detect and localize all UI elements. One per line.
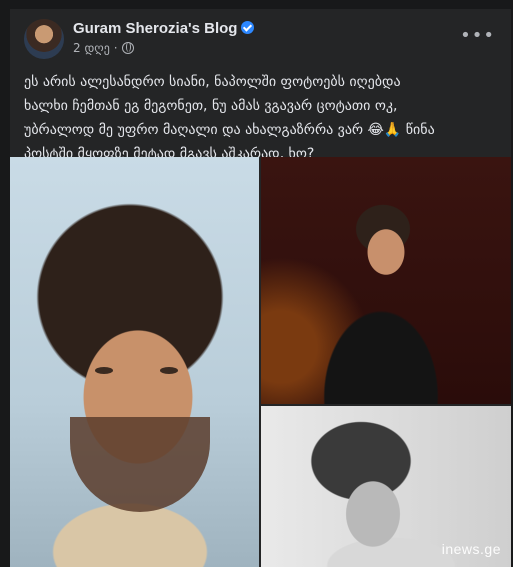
post-header: Guram Sherozia's Blog 2 დღე · ••• (24, 19, 499, 61)
post-meta: 2 დღე · (73, 41, 134, 55)
photo-grid: inews.ge (10, 157, 511, 567)
more-options-icon[interactable]: ••• (460, 27, 495, 45)
author-name[interactable]: Guram Sherozia's Blog (73, 20, 237, 37)
beard-shape (70, 417, 210, 512)
author-name-row: Guram Sherozia's Blog (73, 20, 255, 37)
photo-black-white-portrait[interactable]: inews.ge (261, 406, 511, 567)
post-time[interactable]: 2 დღე (73, 41, 110, 55)
photo-portrait-closeup[interactable] (10, 157, 259, 567)
eye-right (160, 367, 178, 374)
photo-stage-performer[interactable] (261, 157, 511, 404)
eye-left (95, 367, 113, 374)
verified-badge-icon (241, 21, 255, 34)
post-card: Guram Sherozia's Blog 2 დღე · ••• ეს არი… (10, 9, 511, 567)
globe-icon[interactable] (121, 42, 134, 54)
meta-separator: · (113, 41, 118, 55)
author-avatar[interactable] (24, 19, 64, 59)
watermark-text: inews.ge (441, 541, 501, 557)
post-text: ეს არის ალესანდრო სიანი, ნაპოლში ფოტოებს… (24, 74, 435, 162)
